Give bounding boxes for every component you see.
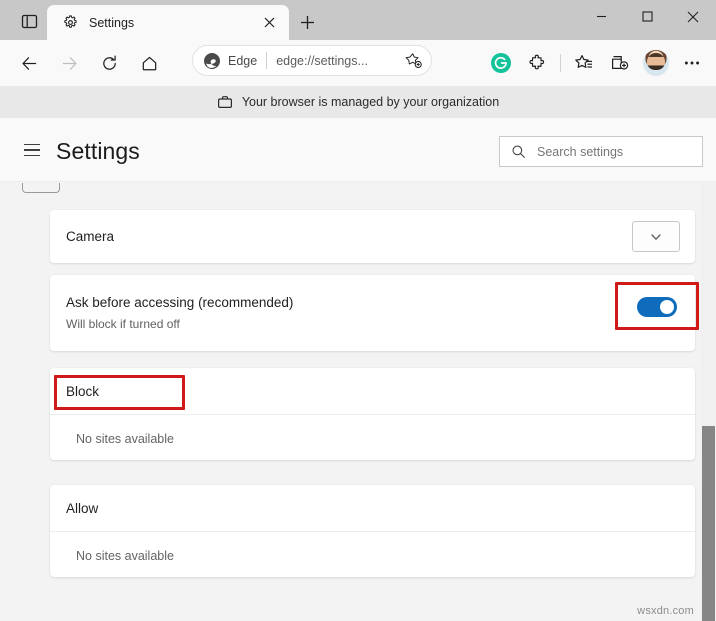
search-icon [511, 144, 526, 159]
ask-before-accessing-card: Ask before accessing (recommended) Will … [50, 275, 695, 351]
camera-permission-card[interactable]: Camera [50, 210, 695, 263]
grammarly-icon[interactable] [484, 46, 518, 80]
edge-logo-icon [203, 52, 221, 70]
ask-before-accessing-subtitle: Will block if turned off [66, 317, 180, 331]
collections-icon[interactable] [603, 46, 637, 80]
window-controls [578, 0, 716, 40]
allow-sites-card: Allow No sites available [50, 485, 695, 577]
briefcase-icon [217, 94, 233, 110]
extensions-puzzle-icon[interactable] [520, 46, 554, 80]
allow-empty-text: No sites available [76, 549, 174, 563]
avatar [643, 50, 669, 76]
toolbar-divider [560, 54, 561, 72]
allow-section-header: Allow [50, 485, 695, 532]
tab-close-icon[interactable] [256, 10, 282, 36]
ask-before-accessing-title: Ask before accessing (recommended) [66, 295, 293, 310]
content-scrollbar-thumb[interactable] [702, 426, 715, 621]
close-button[interactable] [670, 0, 716, 33]
refresh-icon[interactable] [92, 46, 126, 80]
block-section-title: Block [66, 384, 99, 399]
omnibox-url-text[interactable]: edge://settings... [276, 54, 400, 68]
toggle-switch-on[interactable] [637, 297, 677, 317]
browser-window: Settings [0, 0, 716, 621]
forward-arrow-icon [52, 46, 86, 80]
new-tab-button[interactable] [293, 8, 321, 36]
favorites-icon[interactable] [567, 46, 601, 80]
block-sites-card: Block No sites available [50, 368, 695, 460]
allow-section-title: Allow [66, 501, 98, 516]
gear-icon [61, 14, 79, 32]
tab-search-icon[interactable] [14, 9, 44, 33]
block-empty-text: No sites available [76, 432, 174, 446]
hamburger-menu-icon[interactable] [18, 136, 46, 164]
browser-tab[interactable]: Settings [47, 5, 289, 40]
profile-avatar[interactable] [639, 46, 673, 80]
maximize-button[interactable] [624, 0, 670, 33]
title-bar: Settings [0, 0, 716, 40]
search-settings-box[interactable] [499, 136, 703, 167]
minimize-button[interactable] [578, 0, 624, 33]
omnibox-brand-label: Edge [228, 54, 257, 68]
managed-browser-text: Your browser is managed by your organiza… [242, 95, 499, 109]
settings-more-icon[interactable] [675, 46, 709, 80]
managed-browser-banner: Your browser is managed by your organiza… [0, 86, 716, 118]
ask-before-accessing-toggle[interactable] [637, 297, 677, 317]
search-input[interactable] [537, 137, 702, 166]
address-bar[interactable]: Edge edge://settings... [192, 45, 432, 76]
home-icon[interactable] [132, 46, 166, 80]
camera-label: Camera [66, 229, 114, 244]
page-title: Settings [56, 138, 140, 165]
watermark: wsxdn.com [637, 605, 694, 617]
back-arrow-icon[interactable] [12, 46, 46, 80]
add-favorite-star-icon[interactable] [400, 48, 426, 74]
content-scrollbar-track[interactable] [701, 183, 716, 621]
toolbar-actions [483, 46, 710, 80]
omnibox-divider [266, 52, 267, 69]
settings-content: Camera Ask before accessing (recommended… [0, 183, 716, 621]
block-section-header: Block [50, 368, 695, 415]
chevron-down-icon[interactable] [632, 221, 680, 252]
tab-title: Settings [89, 16, 256, 30]
partial-scrolled-element [22, 183, 60, 193]
